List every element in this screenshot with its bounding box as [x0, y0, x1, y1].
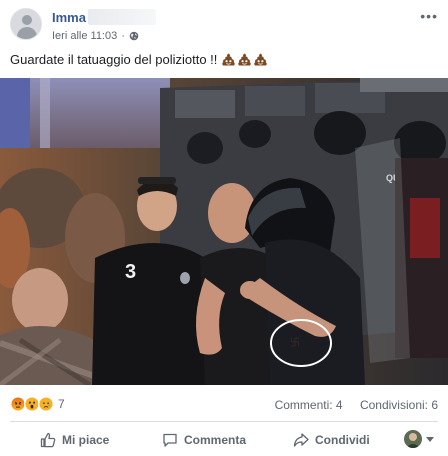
comment-label: Commenta: [184, 433, 247, 447]
author-name[interactable]: Imma I: [52, 10, 93, 25]
reactions-summary[interactable]: 7: [10, 396, 65, 412]
pile-of-poo-icon: [238, 53, 252, 66]
more-options-button[interactable]: •••: [420, 8, 438, 24]
viewer-avatar: [404, 430, 422, 448]
post-text: Guardate il tatuaggio del poliziotto !!: [10, 52, 268, 67]
post-meta: Ieri alle 11:03 ·: [52, 30, 139, 42]
chevron-down-icon: [426, 436, 434, 442]
action-bar: Mi piace Commenta Condividi: [0, 424, 448, 456]
sad-icon: [38, 396, 54, 412]
jersey-number: 3: [125, 261, 136, 283]
comment-icon: [163, 433, 177, 447]
like-button[interactable]: Mi piace: [40, 432, 109, 448]
pile-of-poo-icon: [254, 53, 268, 66]
share-arrow-icon: [293, 433, 309, 447]
globe-icon: [129, 31, 139, 41]
facebook-post: Imma I Ieri alle 11:03 · ••• Guardate il…: [0, 0, 448, 456]
share-button[interactable]: Condividi: [293, 432, 370, 448]
comments-count[interactable]: Commenti: 4: [275, 398, 343, 412]
pile-of-poo-icon: [222, 53, 236, 66]
name-redaction: [88, 9, 156, 25]
comment-button[interactable]: Commenta: [162, 432, 246, 448]
post-stats: Commenti: 4 Condivisioni: 6: [275, 398, 438, 412]
tattoo-mark: 卐: [290, 337, 300, 349]
street-scene-illustration: QUIS 3: [0, 78, 448, 385]
post-message: Guardate il tatuaggio del poliziotto !!: [10, 52, 218, 67]
author-avatar[interactable]: [10, 8, 42, 40]
reaction-count: 7: [58, 397, 65, 411]
shares-count[interactable]: Condivisioni: 6: [360, 398, 438, 412]
actions-divider: [10, 421, 438, 422]
post-photo[interactable]: QUIS 3: [0, 78, 448, 385]
share-label: Condividi: [315, 433, 370, 447]
thumbs-up-icon: [40, 432, 56, 448]
post-as-selector[interactable]: [404, 430, 434, 448]
like-label: Mi piace: [62, 433, 110, 447]
post-timestamp[interactable]: Ieri alle 11:03: [52, 30, 117, 42]
